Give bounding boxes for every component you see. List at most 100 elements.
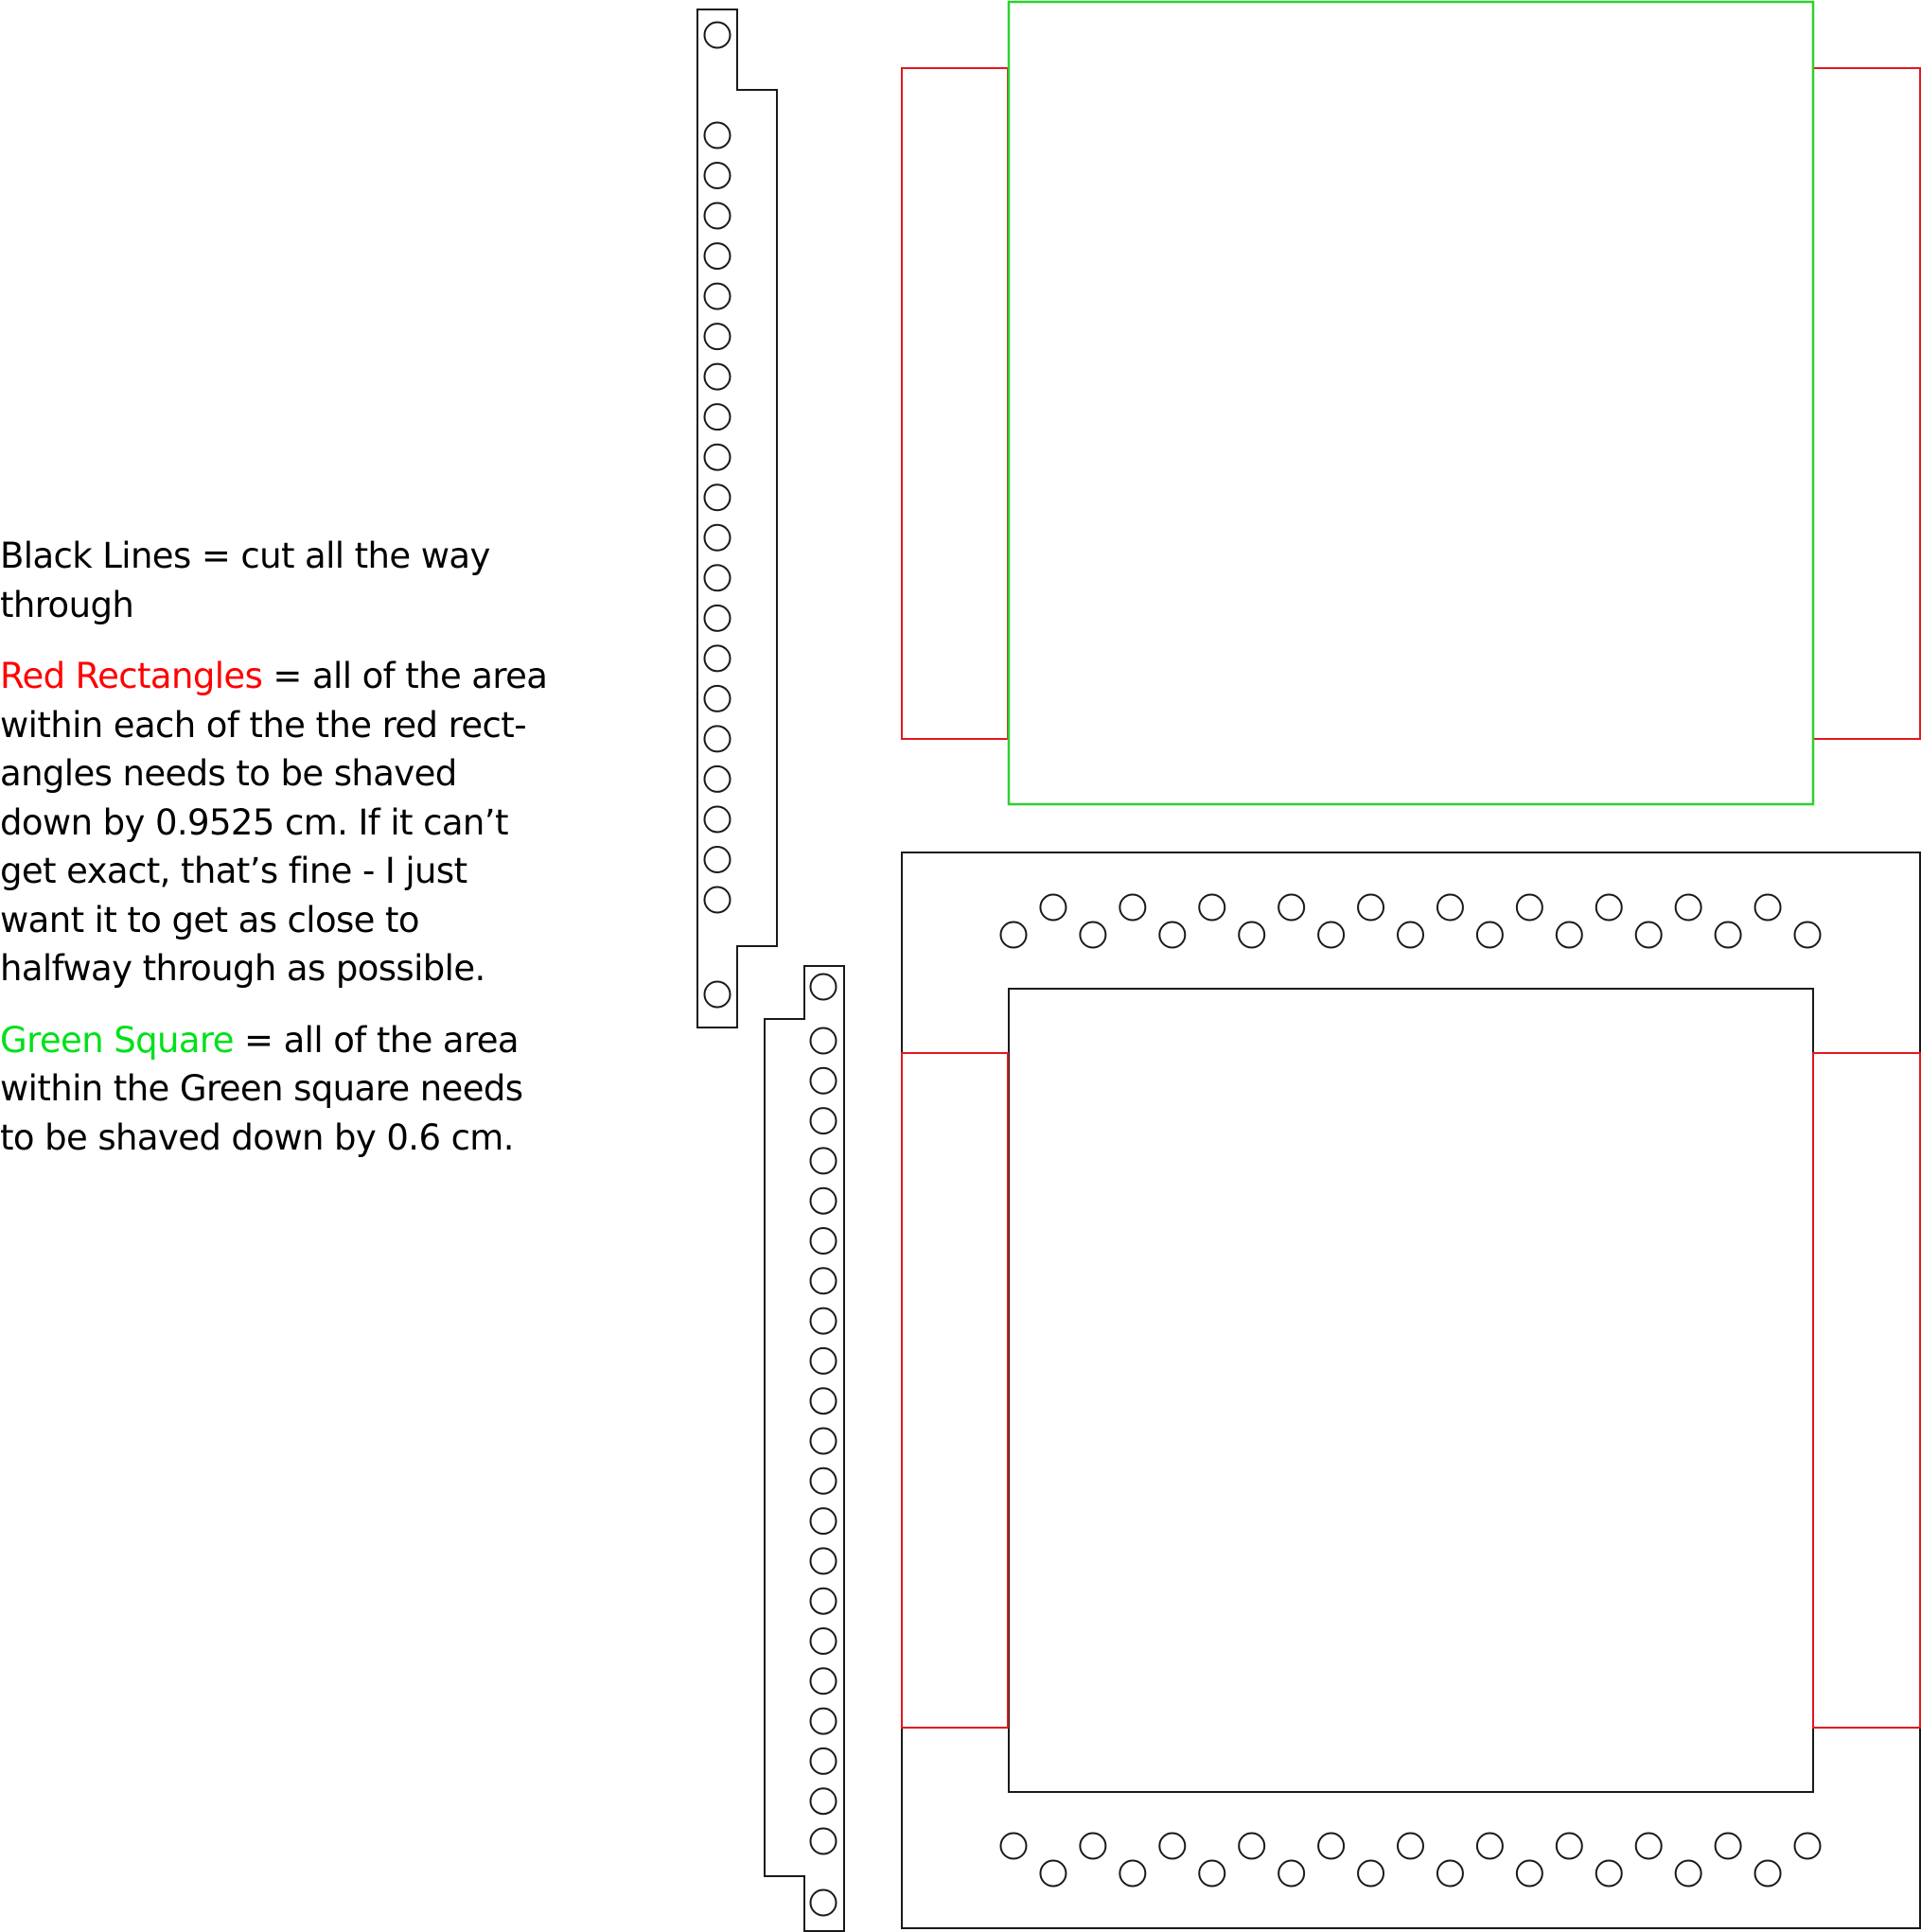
strip-top-hole bbox=[703, 604, 731, 632]
strip-top-hole bbox=[703, 483, 731, 512]
bottom-frame-bottom-hole bbox=[1278, 1859, 1306, 1888]
bottom-frame-red-rect-right bbox=[1812, 1052, 1921, 1729]
strip-bottom-hole bbox=[809, 1467, 837, 1495]
bottom-frame-top-hole bbox=[1278, 893, 1306, 922]
top-panel-red-rect-right bbox=[1812, 67, 1921, 740]
strip-top-hole bbox=[703, 362, 731, 391]
strip-top-hole bbox=[703, 523, 731, 552]
bottom-frame-bottom-hole bbox=[1793, 1832, 1822, 1860]
bottom-frame-bottom-hole bbox=[1634, 1832, 1663, 1860]
bottom-frame-top-hole bbox=[1515, 893, 1543, 922]
bottom-frame-top-hole bbox=[1595, 893, 1623, 922]
bottom-frame-bottom-hole bbox=[1317, 1832, 1346, 1860]
strip-bottom-hole bbox=[809, 1827, 837, 1855]
bottom-frame-top-hole bbox=[1674, 893, 1702, 922]
bottom-frame-top-hole bbox=[1039, 893, 1067, 922]
bottom-frame-top-hole bbox=[1436, 893, 1464, 922]
strip-bottom-hole bbox=[809, 1267, 837, 1295]
bottom-frame-bottom-hole bbox=[1158, 1832, 1187, 1860]
strip-top-hole bbox=[703, 684, 731, 712]
bottom-frame-bottom-hole bbox=[1198, 1859, 1226, 1888]
strip-bottom-hole bbox=[809, 1707, 837, 1735]
bottom-frame-bottom-hole bbox=[1238, 1832, 1266, 1860]
strip-bottom-hole bbox=[809, 1747, 837, 1775]
bottom-frame-top-hole bbox=[1634, 921, 1663, 949]
strip-top bbox=[696, 9, 778, 1028]
strip-top-hole bbox=[703, 202, 731, 230]
bottom-frame-outer bbox=[901, 852, 1921, 1929]
strip-bottom-hole bbox=[809, 1547, 837, 1575]
strip-bottom-hole bbox=[809, 1027, 837, 1055]
bottom-frame-top-hole bbox=[1475, 921, 1504, 949]
strip-bottom-hole bbox=[809, 1427, 837, 1455]
bottom-frame-bottom-hole bbox=[1515, 1859, 1543, 1888]
strip-top-hole bbox=[703, 121, 731, 149]
strip-bottom-hole bbox=[809, 1186, 837, 1215]
top-panel-green-square bbox=[1007, 0, 1815, 806]
bottom-frame-top-hole bbox=[1714, 921, 1742, 949]
top-panel-red-rect-left bbox=[901, 67, 1009, 740]
bottom-frame-bottom-hole bbox=[999, 1832, 1028, 1860]
strip-bottom-hole bbox=[809, 1507, 837, 1536]
strip-top-hole bbox=[703, 403, 731, 431]
bottom-frame-top-hole bbox=[1555, 921, 1583, 949]
bottom-frame-bottom-hole bbox=[1754, 1859, 1782, 1888]
strip-top-hole bbox=[703, 443, 731, 471]
strip-bottom-hole bbox=[809, 1227, 837, 1255]
bottom-frame-bottom-holes bbox=[999, 1832, 1822, 1888]
strip-top-hole bbox=[703, 21, 731, 49]
bottom-frame-bottom-hole bbox=[1039, 1859, 1067, 1888]
strip-bottom bbox=[764, 965, 845, 1932]
strip-bottom-hole bbox=[809, 1147, 837, 1175]
strip-bottom-hole bbox=[809, 1787, 837, 1816]
cut-drawing bbox=[696, 0, 1921, 1932]
bottom-frame-bottom-hole bbox=[1436, 1859, 1464, 1888]
strip-top-hole bbox=[703, 845, 731, 873]
strip-top-hole bbox=[703, 980, 731, 1009]
strip-bottom-hole bbox=[809, 1387, 837, 1415]
bottom-frame-bottom-hole bbox=[1357, 1859, 1385, 1888]
strip-bottom-hole bbox=[809, 1346, 837, 1375]
strip-top-hole bbox=[703, 805, 731, 834]
strip-top-hole bbox=[703, 725, 731, 753]
bottom-frame-top-hole bbox=[1793, 921, 1822, 949]
bottom-frame-top-hole bbox=[1317, 921, 1346, 949]
strip-bottom-hole bbox=[809, 1587, 837, 1615]
bottom-frame-bottom-hole bbox=[1079, 1832, 1107, 1860]
bottom-frame-bottom-hole bbox=[1714, 1832, 1742, 1860]
bottom-frame-bottom-hole bbox=[1555, 1832, 1583, 1860]
strip-bottom-hole bbox=[809, 1107, 837, 1135]
bottom-frame-top-hole bbox=[1198, 893, 1226, 922]
bottom-frame-top-hole bbox=[1397, 921, 1424, 949]
bottom-frame-top-holes bbox=[999, 893, 1822, 949]
bottom-frame bbox=[901, 852, 1921, 1929]
strip-top-hole bbox=[703, 242, 731, 271]
bottom-frame-bottom-hole bbox=[1674, 1859, 1702, 1888]
bottom-frame-top-hole bbox=[1238, 921, 1266, 949]
bottom-frame-top-hole bbox=[1119, 893, 1147, 922]
strip-top-hole bbox=[703, 886, 731, 914]
bottom-frame-top-hole bbox=[1079, 921, 1107, 949]
strip-bottom-holes bbox=[809, 973, 837, 1917]
strip-top-hole bbox=[703, 564, 731, 592]
strip-bottom-hole bbox=[809, 1066, 837, 1095]
strip-top-hole bbox=[703, 282, 731, 310]
bottom-frame-inner-cutout bbox=[1008, 988, 1814, 1793]
bottom-frame-bottom-hole bbox=[1119, 1859, 1147, 1888]
bottom-frame-top-hole bbox=[1357, 893, 1385, 922]
bottom-frame-top-hole bbox=[1754, 893, 1782, 922]
strip-bottom-hole bbox=[809, 1667, 837, 1695]
strip-bottom-hole bbox=[809, 1307, 837, 1335]
strip-bottom-hole bbox=[809, 1627, 837, 1655]
bottom-frame-red-rect-left bbox=[901, 1052, 1009, 1729]
strip-bottom-hole bbox=[809, 1888, 837, 1917]
strip-top-hole bbox=[703, 644, 731, 673]
bottom-frame-bottom-hole bbox=[1397, 1832, 1424, 1860]
strip-top-holes bbox=[703, 21, 731, 1009]
bottom-frame-top-hole bbox=[1158, 921, 1187, 949]
strip-top-hole bbox=[703, 323, 731, 351]
top-panel bbox=[901, 0, 1921, 806]
strip-bottom-hole bbox=[809, 973, 837, 1001]
bottom-frame-bottom-hole bbox=[1475, 1832, 1504, 1860]
strip-top-hole bbox=[703, 162, 731, 190]
